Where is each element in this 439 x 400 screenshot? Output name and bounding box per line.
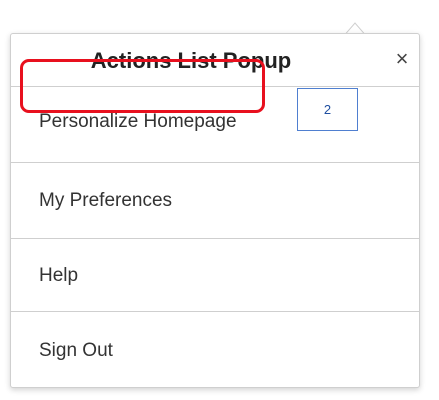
menu-item-label: Personalize Homepage	[39, 111, 237, 132]
close-button[interactable]: ×	[389, 46, 415, 72]
menu-item-my-preferences[interactable]: My Preferences	[11, 162, 419, 238]
annotation-step-badge: 2	[297, 88, 358, 131]
menu-item-help[interactable]: Help	[11, 238, 419, 311]
menu-item-label: Help	[39, 265, 79, 286]
menu-item-label: My Preferences	[39, 190, 173, 211]
menu-item-sign-out[interactable]: Sign Out	[11, 311, 419, 388]
annotation-highlight-box	[20, 59, 265, 113]
screenshot-stage: Actions List Popup × Personalize Homepag…	[0, 0, 439, 400]
close-icon: ×	[395, 46, 409, 71]
menu-item-label: Sign Out	[39, 340, 113, 361]
